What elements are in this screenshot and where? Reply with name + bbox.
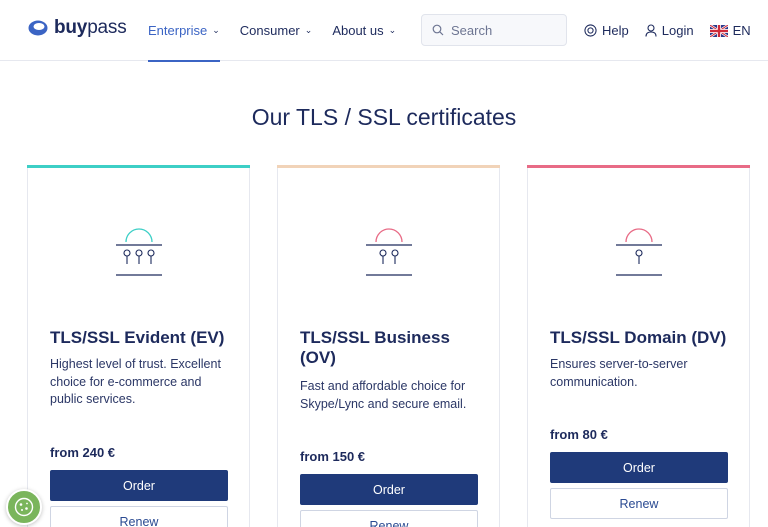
nav-about-us[interactable]: About us ⌄ [332,0,396,61]
renew-button[interactable]: Renew [550,488,728,519]
chevron-down-icon: ⌄ [388,25,397,35]
lock-illustration-icon [28,220,249,278]
main-nav: Enterprise ⌄ Consumer ⌄ About us ⌄ [148,0,396,62]
cookie-icon [14,497,34,517]
order-button[interactable]: Order [550,452,728,483]
order-button[interactable]: Order [300,474,478,505]
card-price: from 240 € [50,445,116,460]
site-header: buypass Enterprise ⌄ Consumer ⌄ About us ⌄ … [0,0,768,62]
page-title: Our TLS / SSL certificates [251,104,517,130]
header-links: Help Login EN [584,0,751,61]
cookie-settings-button[interactable] [6,489,42,525]
card-price: from 80 € [550,427,608,442]
brand-name: buypass [54,17,127,38]
card-title: TLS/SSL Evident (EV) [50,328,225,347]
lock-illustration-icon [278,220,499,278]
lock-illustration-icon [528,220,749,278]
buypass-logo-icon [28,20,48,36]
nav-enterprise[interactable]: Enterprise ⌄ [148,0,220,62]
search-box[interactable] [421,14,567,46]
certificate-card-ov: TLS/SSL Business (OV) Fast and affordabl… [277,165,500,527]
card-title: TLS/SSL Business (OV) [300,328,450,367]
chevron-down-icon: ⌄ [304,25,313,35]
search-icon [432,24,444,36]
card-price: from 150 € [300,449,366,464]
card-description: Highest level of trust. Excellent choice… [50,357,221,406]
login-link[interactable]: Login [645,23,694,38]
certificate-card-ev: TLS/SSL Evident (EV) Highest level of tr… [27,165,250,527]
search-input[interactable] [451,22,561,38]
renew-button[interactable]: Renew [300,510,478,527]
language-selector[interactable]: EN [709,23,751,38]
card-accent-bar [527,165,750,168]
uk-flag-icon [709,24,728,37]
help-link[interactable]: Help [584,23,629,38]
card-description: Ensures server-to-server communication. [550,357,688,389]
card-description: Fast and affordable choice for Skype/Lyn… [300,379,467,411]
certificate-card-dv: TLS/SSL Domain (DV) Ensures server-to-se… [527,165,750,527]
renew-button[interactable]: Renew [50,506,228,527]
chevron-down-icon: ⌄ [212,25,220,35]
user-icon [645,24,657,37]
card-accent-bar [27,165,250,168]
nav-consumer[interactable]: Consumer ⌄ [240,0,313,61]
card-accent-bar [277,165,500,168]
buypass-logo[interactable]: buypass [28,17,127,39]
help-lifebuoy-icon [584,24,597,37]
order-button[interactable]: Order [50,470,228,501]
card-title: TLS/SSL Domain (DV) [550,328,727,347]
